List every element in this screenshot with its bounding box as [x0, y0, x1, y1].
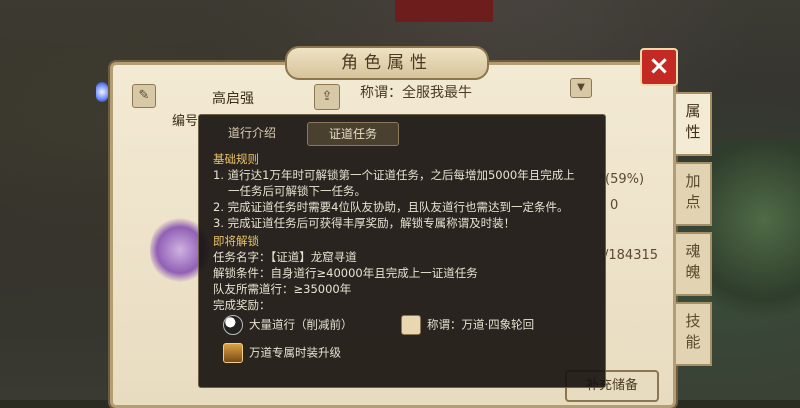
rule-line: 1. 道行达1万年时可解锁第一个证道任务，之后每增加5000年且完成上 [213, 168, 575, 182]
reward-item: 称谓：万道·四象轮回 [401, 315, 534, 335]
reward-text: 万道专属时装升级 [249, 345, 341, 360]
outfit-icon [223, 343, 243, 363]
character-title: 称谓：全服我最牛 [360, 85, 472, 101]
rule-line: 3. 完成证道任务后可获得丰厚奖励，解锁专属称谓及时装！ [213, 216, 516, 230]
title-dropdown-button[interactable]: ▼ [570, 78, 592, 98]
task-name: 任务名字：【证道】龙窟寻道 [213, 250, 357, 264]
unlock-condition: 解锁条件：自身道行≥40000年且完成上一证道任务 [213, 266, 478, 280]
character-id-label: 编号 [172, 114, 199, 129]
tooltip-body: 基础规则 1. 道行达1万年时可解锁第一个证道任务，之后每增加5000年且完成上… [213, 151, 595, 313]
panel-title: 角色属性 [285, 46, 489, 80]
scene-tree [710, 140, 800, 340]
tab-soul[interactable]: 魂魄 [676, 232, 712, 296]
stat-value: 0 [610, 198, 619, 213]
rule-line: 2. 完成证道任务时需要4位队友协助，且队友道行也需达到一定条件。 [213, 200, 569, 214]
reward-item: 大量道行（削减前） [223, 315, 353, 335]
tooltip-popup: 道行介绍 证道任务 基础规则 1. 道行达1万年时可解锁第一个证道任务，之后每增… [198, 114, 606, 388]
lantern-icon [96, 82, 108, 102]
tab-quest[interactable]: 证道任务 [307, 122, 399, 146]
reward-text: 大量道行（削减前） [249, 317, 353, 332]
reward-label: 完成奖励： [213, 298, 271, 312]
yin-yang-icon [223, 315, 243, 335]
team-requirement: 队友所需道行：≥35000年 [213, 282, 352, 296]
rules-heading: 基础规则 [213, 152, 259, 166]
tab-skills[interactable]: 技能 [676, 302, 712, 366]
close-button[interactable]: × [640, 48, 678, 86]
scene-red-banner [395, 0, 493, 22]
stat-max: /184315 [604, 248, 659, 263]
progress-percent: (59%) [605, 172, 645, 187]
edit-name-button[interactable]: ✎ [132, 84, 156, 108]
rule-line: 一任务后可解锁下一任务。 [228, 184, 366, 198]
unlock-heading: 即将解锁 [213, 234, 259, 248]
reward-text: 称谓：万道·四象轮回 [427, 317, 535, 332]
tab-attributes[interactable]: 属性 [676, 92, 712, 156]
tab-intro[interactable]: 道行介绍 [209, 122, 295, 144]
character-name: 高启强 [212, 91, 254, 107]
tab-add-points[interactable]: 加点 [676, 162, 712, 226]
reward-item: 万道专属时装升级 [223, 343, 341, 363]
share-icon[interactable]: ⇪ [314, 84, 340, 110]
title-card-icon [401, 315, 421, 335]
